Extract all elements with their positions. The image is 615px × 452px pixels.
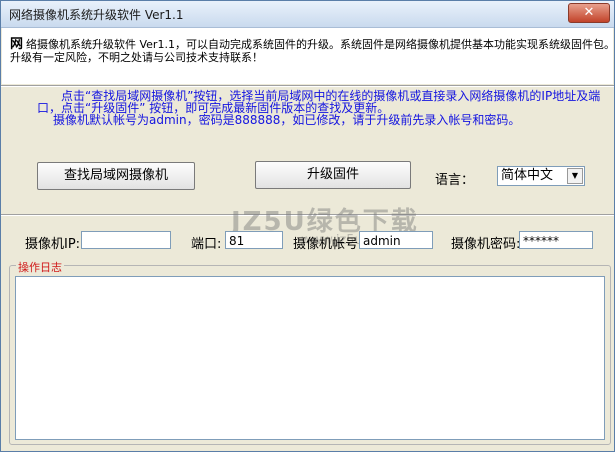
language-selected-value: 简体中文	[501, 168, 554, 183]
port-field[interactable]: 81	[225, 231, 283, 249]
title-bar: 网络摄像机系统升级软件 Ver1.1 ✕	[1, 1, 614, 28]
language-select[interactable]: 简体中文 ▼	[497, 166, 585, 186]
port-label: 端口:	[191, 237, 222, 252]
camera-ip-field[interactable]	[81, 231, 171, 249]
close-button[interactable]: ✕	[568, 3, 610, 23]
header-warning: 升级有一定风险，不明之处请与公司技术支持联系！	[10, 51, 263, 64]
window-title: 网络摄像机系统升级软件 Ver1.1	[9, 8, 184, 22]
camera-password-field[interactable]: ******	[519, 231, 593, 249]
info-line-3: 摄像机默认帐号为admin，密码是888888，如已修改，请于升级前先录入帐号和…	[53, 113, 521, 127]
operation-log-textarea[interactable]	[15, 276, 605, 440]
camera-password-label: 摄像机密码:	[451, 237, 521, 252]
operation-log-legend: 操作日志	[16, 259, 64, 275]
camera-account-label: 摄像机帐号:	[293, 237, 363, 252]
header-panel: 网 络摄像机系统升级软件 Ver1.1，可以自动完成系统固件的升级。系统固件是网…	[2, 28, 614, 84]
app-window: 网络摄像机系统升级软件 Ver1.1 ✕ 网 络摄像机系统升级软件 Ver1.1…	[0, 0, 615, 452]
upgrade-firmware-button[interactable]: 升级固件	[255, 161, 411, 189]
find-camera-button[interactable]: 查找局域网摄像机	[37, 162, 195, 190]
camera-account-field[interactable]: admin	[359, 231, 433, 249]
language-label: 语言：	[435, 173, 475, 188]
camera-ip-label: 摄像机IP:	[25, 237, 81, 252]
operation-log-group: 操作日志	[9, 259, 611, 445]
dropdown-arrow-icon[interactable]: ▼	[567, 168, 583, 184]
